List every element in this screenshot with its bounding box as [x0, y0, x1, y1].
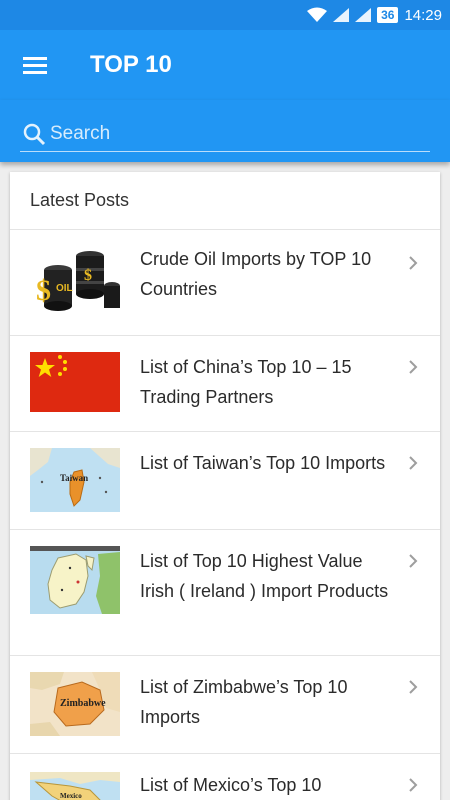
- china-flag-thumbnail: [30, 352, 120, 412]
- taiwan-map-thumbnail: Taiwan: [30, 448, 120, 512]
- svg-text:$: $: [84, 267, 92, 284]
- battery-indicator: 36: [377, 7, 399, 23]
- chevron-right-icon: [409, 554, 418, 568]
- mexico-map-thumbnail: Mexico: [30, 772, 120, 800]
- post-item[interactable]: List of China’s Top 10 – 15 Trading Part…: [10, 336, 440, 432]
- post-title: List of Taiwan’s Top 10 Imports: [140, 453, 386, 473]
- oil-barrels-thumbnail: $ OIL $: [30, 248, 120, 312]
- app-title: TOP 10: [90, 51, 172, 78]
- latest-posts-card: Latest Posts $ OIL $ Crude Oil Imports b…: [10, 172, 440, 800]
- post-item[interactable]: $ OIL $ Crude Oil Imports by TOP 10 Coun…: [10, 230, 440, 336]
- chevron-right-icon: [409, 360, 418, 374]
- search-field: [20, 116, 430, 152]
- hamburger-menu-icon[interactable]: [0, 30, 70, 100]
- post-item[interactable]: List of Top 10 Highest Value Irish ( Ire…: [10, 530, 440, 656]
- svg-text:OIL: OIL: [56, 283, 73, 294]
- section-title: Latest Posts: [10, 172, 440, 230]
- zimbabwe-map-thumbnail: Zimbabwe: [30, 672, 120, 736]
- chevron-right-icon: [409, 778, 418, 792]
- app-bar: TOP 10: [0, 30, 450, 100]
- search-icon: [23, 123, 46, 145]
- post-item[interactable]: Zimbabwe List of Zimbabwe’s Top 10 Impor…: [10, 656, 440, 754]
- chevron-right-icon: [409, 256, 418, 270]
- search-input[interactable]: [50, 122, 410, 145]
- post-item[interactable]: Mexico List of Mexico’s Top 10: [10, 754, 440, 800]
- post-item[interactable]: Taiwan List of Taiwan’s Top 10 Imports: [10, 432, 440, 530]
- chevron-right-icon: [409, 680, 418, 694]
- signal-icon: [333, 8, 350, 22]
- post-title: List of Mexico’s Top 10: [140, 775, 322, 795]
- search-bar: [0, 100, 450, 162]
- status-time: 14:29: [404, 6, 442, 24]
- wifi-icon: [307, 7, 328, 23]
- zimbabwe-map-label: Zimbabwe: [60, 698, 106, 709]
- signal-3g-icon: [355, 8, 372, 22]
- svg-text:$: $: [36, 274, 51, 307]
- chevron-right-icon: [409, 456, 418, 470]
- post-title: List of Zimbabwe’s Top 10 Imports: [140, 677, 348, 727]
- taiwan-map-label: Taiwan: [60, 473, 88, 483]
- ireland-map-thumbnail: [30, 546, 120, 614]
- post-title: List of China’s Top 10 – 15 Trading Part…: [140, 357, 352, 407]
- status-bar: 36 14:29: [0, 0, 450, 30]
- mexico-map-label: Mexico: [60, 792, 82, 800]
- post-title: List of Top 10 Highest Value Irish ( Ire…: [140, 551, 389, 601]
- post-title: Crude Oil Imports by TOP 10 Countries: [140, 249, 372, 299]
